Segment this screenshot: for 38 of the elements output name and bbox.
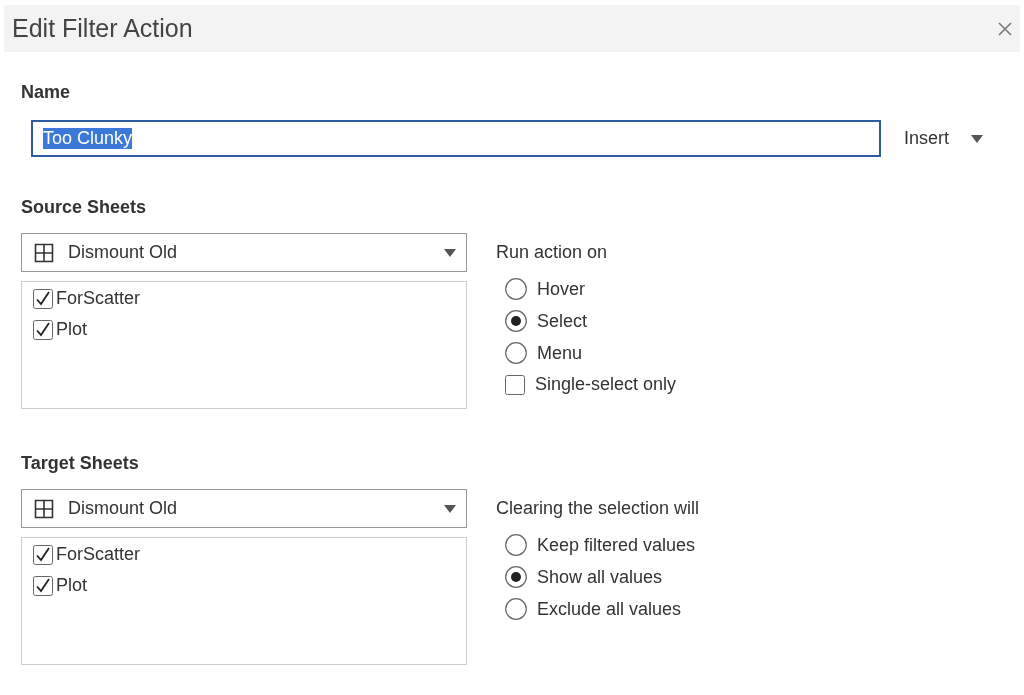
checkbox-label: Single-select only <box>535 374 677 395</box>
radio-button[interactable] <box>505 342 527 364</box>
name-input-field[interactable]: Too Clunky <box>31 120 881 157</box>
caret-icon <box>971 134 984 143</box>
sheet-dropdown[interactable]: Dismount Old <box>21 489 467 528</box>
section-heading: Target Sheets <box>21 453 139 474</box>
options-heading: Clearing the selection will <box>496 498 700 519</box>
radio-label: Exclude all values <box>537 598 682 620</box>
radio-label: Keep filtered values <box>537 534 696 556</box>
window-title: Edit Filter Action <box>12 14 193 43</box>
radio-button[interactable] <box>505 566 527 588</box>
options-heading: Run action on <box>496 242 608 263</box>
insert-dropdown[interactable]: Insert <box>904 128 984 149</box>
checkbox[interactable] <box>505 374 525 395</box>
sheet-label: ForScatter <box>56 288 141 309</box>
checkbox[interactable] <box>33 288 53 309</box>
section-heading: Source Sheets <box>21 197 147 218</box>
close-icon[interactable] <box>998 21 1012 36</box>
sheet-label: Plot <box>56 575 88 596</box>
radio-button[interactable] <box>505 310 527 332</box>
table-icon <box>34 498 54 519</box>
checkbox[interactable] <box>33 319 53 340</box>
radio-label: Hover <box>537 278 585 300</box>
sheet-dropdown[interactable]: Dismount Old <box>21 233 467 272</box>
checkbox[interactable] <box>33 544 53 565</box>
table-icon <box>34 242 54 263</box>
caret-icon <box>444 504 456 513</box>
radio-label: Select <box>537 310 588 332</box>
sheet-label: Plot <box>56 319 88 340</box>
checkbox[interactable] <box>33 575 53 596</box>
radio-button[interactable] <box>505 534 527 556</box>
radio-button[interactable] <box>505 598 527 620</box>
field-label: Name <box>21 82 71 103</box>
radio-button[interactable] <box>505 278 527 300</box>
caret-icon <box>444 248 456 257</box>
radio-label: Menu <box>537 342 583 364</box>
radio-label: Show all values <box>537 566 663 588</box>
sheet-label: ForScatter <box>56 544 141 565</box>
